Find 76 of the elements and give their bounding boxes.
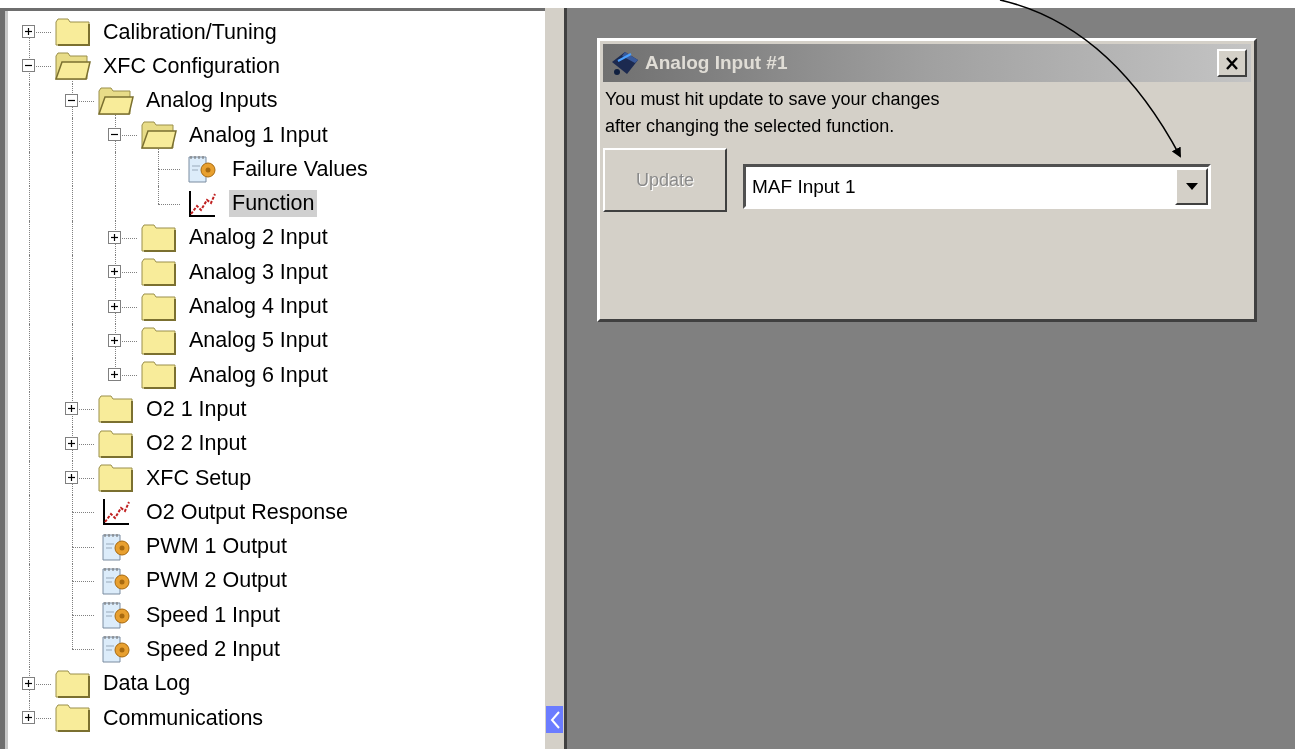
expand-button[interactable]: [22, 25, 35, 39]
document-gear-icon: [185, 154, 218, 185]
tree-item[interactable]: O2 2 Input: [143, 430, 250, 458]
tree-item[interactable]: PWM 2 Output: [143, 567, 290, 595]
document-gear-icon: [99, 565, 132, 596]
splitter-bar[interactable]: [545, 8, 567, 749]
plus-icon: [110, 301, 119, 311]
folder-icon: [97, 464, 134, 492]
tree-item[interactable]: PWM 1 Output: [143, 533, 290, 561]
tree-item[interactable]: Analog Inputs: [143, 87, 281, 115]
instruction-text: You must hit update to save your changes: [605, 88, 941, 111]
plus-icon: [24, 678, 33, 688]
tree-item[interactable]: Analog 3 Input: [186, 258, 331, 286]
chevron-left-icon: [548, 709, 561, 730]
expand-button[interactable]: [65, 402, 78, 416]
plus-icon: [24, 27, 33, 37]
expand-button[interactable]: [108, 230, 121, 244]
folder-icon: [140, 258, 177, 287]
caret-icon: [1185, 183, 1198, 190]
tree-item[interactable]: XFC Configuration: [100, 52, 283, 80]
tree-item[interactable]: Failure Values: [229, 155, 371, 183]
expand-button[interactable]: [108, 299, 121, 313]
expand-button[interactable]: [65, 436, 78, 450]
document-gear-icon: [99, 600, 132, 631]
tree-item[interactable]: O2 1 Input: [143, 395, 250, 423]
tree-item[interactable]: Analog 6 Input: [186, 361, 331, 389]
collapse-button[interactable]: [22, 59, 35, 73]
plus-icon: [24, 713, 33, 723]
dialog-title: Analog Input #1: [645, 52, 789, 74]
close-button[interactable]: [1217, 49, 1247, 77]
open-folder-icon: [54, 52, 91, 81]
tree-item[interactable]: Communications: [100, 704, 267, 732]
collapse-button[interactable]: [108, 128, 121, 142]
plus-icon: [67, 473, 76, 482]
folder-icon: [97, 429, 134, 458]
expand-button[interactable]: [108, 265, 121, 279]
plus-icon: [110, 370, 119, 380]
dropdown-arrow-button[interactable]: [1175, 168, 1208, 205]
tree-item[interactable]: Function: [229, 190, 318, 218]
tree-item[interactable]: XFC Setup: [143, 464, 255, 492]
plus-icon: [110, 232, 119, 242]
tree-item[interactable]: Calibration/Tuning: [100, 18, 280, 46]
folder-icon: [54, 18, 91, 47]
plus-icon: [110, 335, 119, 345]
expand-button[interactable]: [22, 676, 35, 690]
expand-button[interactable]: [22, 711, 35, 725]
instruction-text: after changing the selected function.: [605, 115, 896, 138]
tree-item[interactable]: Analog 5 Input: [186, 327, 331, 355]
document-gear-icon: [99, 531, 132, 562]
folder-icon: [97, 395, 134, 424]
close-icon: [1225, 56, 1239, 70]
folder-icon: [140, 292, 177, 321]
expand-button[interactable]: [108, 333, 121, 347]
collapse-button[interactable]: [65, 93, 78, 107]
tree-item[interactable]: Analog 4 Input: [186, 293, 331, 320]
open-folder-icon: [140, 121, 177, 150]
folder-icon: [140, 361, 177, 390]
plus-icon: [110, 267, 119, 277]
folder-icon: [54, 669, 91, 698]
tree-item[interactable]: Data Log: [100, 670, 194, 698]
plus-icon: [67, 438, 76, 448]
tree-item[interactable]: Analog 2 Input: [186, 224, 331, 252]
tree-item[interactable]: Speed 1 Input: [143, 601, 283, 629]
expand-button[interactable]: [108, 368, 121, 382]
plus-icon: [67, 404, 76, 414]
collapse-panel-button[interactable]: [546, 706, 563, 733]
tree-item[interactable]: Speed 2 Input: [143, 636, 283, 663]
expand-button[interactable]: [65, 471, 78, 484]
function-dropdown[interactable]: MAF Input 1: [743, 164, 1211, 209]
tree-item[interactable]: Analog 1 Input: [186, 121, 331, 149]
folder-icon: [140, 223, 177, 252]
open-folder-icon: [97, 86, 134, 115]
tree-item[interactable]: O2 Output Response: [143, 498, 351, 526]
folder-icon: [54, 704, 91, 733]
document-gear-icon: [99, 634, 132, 665]
folder-icon: [140, 326, 177, 355]
